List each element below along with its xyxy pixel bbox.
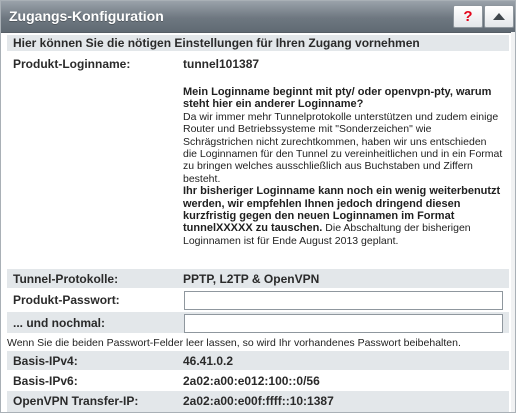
ipv6-row: Basis-IPv6: 2a02:a00:e012:100::0/56 [7,371,509,390]
ipv4-label: Basis-IPv4: [13,354,78,368]
password-hint: Wenn Sie die beiden Passwort-Felder leer… [7,337,461,349]
protocols-row: Tunnel-Protokolle: PPTP, L2TP & OpenVPN [7,269,509,288]
panel-header: Zugangs-Konfiguration ? [1,1,515,33]
protocols-value: PPTP, L2TP & OpenVPN [183,272,320,286]
password-repeat-label: ... und nochmal: [13,316,105,330]
password-input[interactable] [184,291,503,310]
chevron-up-icon [493,13,505,20]
ipv6-label: Basis-IPv6: [13,374,78,388]
ipv4-value: 46.41.0.2 [183,354,234,368]
intro-text: Hier können Sie die nötigen Einstellunge… [13,36,420,50]
collapse-button[interactable] [484,5,514,28]
scrollbar[interactable] [511,32,515,412]
openvpn-label: OpenVPN Transfer-IP: [13,394,139,408]
protocols-label: Tunnel-Protokolle: [13,272,119,286]
ipv6-value: 2a02:a00:e012:100::0/56 [183,374,320,388]
openvpn-value: 2a02:a00:e00f:ffff::10:1387 [183,394,334,408]
login-question: Mein Loginname beginnt mit pty/ oder ope… [183,86,492,111]
help-icon: ? [463,8,473,25]
panel-title: Zugangs-Konfiguration [9,8,164,24]
openvpn-row: OpenVPN Transfer-IP: 2a02:a00:e00f:ffff:… [7,391,509,412]
login-info: Mein Loginname beginnt mit pty/ oder ope… [183,86,503,247]
password-repeat-input[interactable] [184,314,503,333]
intro-row: Hier können Sie die nötigen Einstellunge… [7,35,509,51]
login-explanation: Da wir immer mehr Tunnelprotokolle unter… [183,110,503,185]
zugangs-konfiguration-panel: Zugangs-Konfiguration ? Hier können Sie … [0,0,516,413]
ipv4-row: Basis-IPv4: 46.41.0.2 [7,351,509,370]
login-value: tunnel101387 [183,57,260,71]
login-label: Produkt-Loginname: [13,57,131,71]
password-label: Produkt-Passwort: [13,293,120,307]
help-button[interactable]: ? [453,5,483,28]
